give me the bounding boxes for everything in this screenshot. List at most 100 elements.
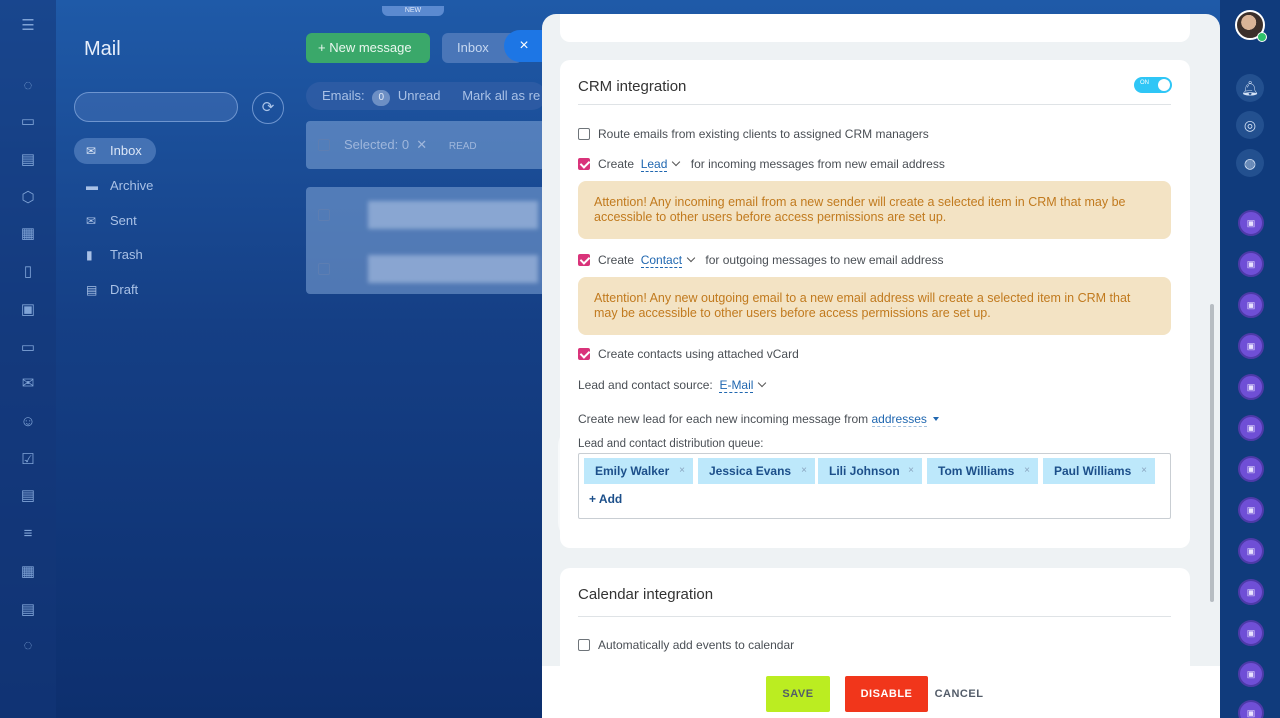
auto-add-option[interactable]: Automatically add events to calendar <box>578 636 794 654</box>
new-badge: NEW <box>382 6 444 16</box>
close-slider-button[interactable]: × <box>504 30 544 62</box>
create-lead-checkbox[interactable] <box>578 158 590 170</box>
status-dot <box>1257 32 1267 42</box>
crm-integration-toggle[interactable]: ON <box>1134 77 1172 93</box>
remove-icon[interactable]: × <box>679 458 685 484</box>
create-lead-option[interactable]: Create Lead for incoming messages from n… <box>578 155 945 173</box>
folder-draft[interactable]: ▤ Draft <box>74 277 164 303</box>
left-sidebar: ☰ ◌ ▭ ▤ ⬡ ▦ ▯ ▣ ▭ ✉ ☺ ☑ ▤ ≡ ▦ ▤ ◌ <box>0 0 56 718</box>
grid-icon[interactable]: ▦ <box>18 562 38 582</box>
source-dropdown[interactable]: E-Mail <box>719 378 754 393</box>
spiral-icon[interactable]: ◎ <box>1236 111 1264 139</box>
queue-field[interactable]: Emily Walker × Jessica Evans × Lili John… <box>578 453 1171 519</box>
app-icon[interactable]: ▣ <box>1238 374 1264 400</box>
app-icon[interactable]: ▣ <box>1238 620 1264 646</box>
folder-label: Archive <box>110 178 154 193</box>
cancel-button[interactable]: CANCEL <box>934 676 984 712</box>
new-lead-dropdown[interactable]: addresses <box>871 412 927 427</box>
new-message-button[interactable]: + New message <box>306 33 430 63</box>
refresh-icon[interactable]: ⟳ <box>252 92 284 124</box>
folder-sent[interactable]: ✉ Sent <box>74 208 164 234</box>
remove-icon[interactable]: × <box>1141 458 1147 484</box>
filter-icon[interactable]: ≡ <box>18 524 38 544</box>
card-icon[interactable]: ▭ <box>18 338 38 358</box>
unread-label[interactable]: Unread <box>398 88 441 103</box>
hex-icon[interactable]: ⬡ <box>18 188 38 208</box>
chat-search-icon[interactable]: ◍ <box>1236 149 1264 177</box>
route-checkbox[interactable] <box>578 128 590 140</box>
mail-icon[interactable]: ✉ <box>18 374 38 394</box>
app-icon[interactable]: ▣ <box>1238 456 1264 482</box>
queue-user-name: Paul Williams <box>1054 464 1132 478</box>
list-icon[interactable]: ▤ <box>18 600 38 620</box>
crm-icon[interactable]: ▤ <box>18 486 38 506</box>
docs-icon[interactable]: ▤ <box>18 150 38 170</box>
save-button[interactable]: SAVE <box>766 676 830 712</box>
queue-user-tag[interactable]: Tom Williams × <box>927 458 1038 484</box>
menu-icon[interactable]: ☰ <box>18 16 38 36</box>
create-contact-checkbox[interactable] <box>578 254 590 266</box>
app-icon[interactable]: ▣ <box>1238 210 1264 236</box>
row-checkbox[interactable] <box>318 209 330 221</box>
create-label: Create <box>598 253 635 267</box>
calendar-icon[interactable]: ▦ <box>18 224 38 244</box>
divider <box>578 616 1171 617</box>
queue-user-name: Tom Williams <box>938 464 1015 478</box>
mark-read-button[interactable]: READ <box>449 141 477 152</box>
vcard-label: Create contacts using attached vCard <box>598 347 799 361</box>
app-icon[interactable]: ▣ <box>1238 579 1264 605</box>
previous-section-card <box>560 14 1190 42</box>
app-icon[interactable]: ▣ <box>1238 538 1264 564</box>
folder-archive[interactable]: ▬ Archive <box>74 173 164 199</box>
disable-button[interactable]: DISABLE <box>845 676 928 712</box>
queue-user-tag[interactable]: Lili Johnson × <box>818 458 922 484</box>
remove-icon[interactable]: × <box>908 458 914 484</box>
tasks-icon[interactable]: ☑ <box>18 450 38 470</box>
section-title: CRM integration <box>578 78 687 95</box>
app-icon[interactable]: ▣ <box>1238 497 1264 523</box>
app-icon[interactable]: ▣ <box>1238 251 1264 277</box>
scrollbar[interactable] <box>1210 304 1214 602</box>
folder-label: Inbox <box>110 143 142 158</box>
outgoing-warning: Attention! Any new outgoing email to a n… <box>578 277 1171 335</box>
remove-icon[interactable]: × <box>1024 458 1030 484</box>
settings-slider: CRM integration ON Route emails from exi… <box>542 14 1220 718</box>
source-label: Lead and contact source: <box>578 378 713 392</box>
board-icon[interactable]: ▣ <box>18 300 38 320</box>
feed-icon[interactable]: ◌ <box>18 76 38 96</box>
row-checkbox[interactable] <box>318 263 330 275</box>
folder-inbox[interactable]: ✉ Inbox <box>74 138 156 164</box>
folder-trash[interactable]: ▮ Trash <box>74 242 164 268</box>
create-contact-option[interactable]: Create Contact for outgoing messages to … <box>578 251 944 269</box>
add-user-link[interactable]: + Add <box>589 492 622 506</box>
file-icon[interactable]: ▯ <box>18 262 38 282</box>
list-item[interactable] <box>318 201 538 229</box>
app-icon[interactable]: ▣ <box>1238 415 1264 441</box>
queue-user-tag[interactable]: Jessica Evans × <box>698 458 815 484</box>
vcard-option[interactable]: Create contacts using attached vCard <box>578 345 799 363</box>
more-icon[interactable]: ◌ <box>18 636 38 656</box>
contacts-icon[interactable]: ☺ <box>18 412 38 432</box>
remove-icon[interactable]: × <box>801 458 807 484</box>
app-icon[interactable]: ▣ <box>1238 333 1264 359</box>
app-icon[interactable]: ▣ <box>1238 661 1264 687</box>
contact-entity-dropdown[interactable]: Contact <box>640 253 683 268</box>
route-option[interactable]: Route emails from existing clients to as… <box>578 125 929 143</box>
lead-entity-dropdown[interactable]: Lead <box>640 157 668 172</box>
list-item[interactable] <box>318 255 538 283</box>
auto-add-checkbox[interactable] <box>578 639 590 651</box>
caret-down-icon <box>932 417 939 421</box>
mailbox-select[interactable] <box>74 92 238 122</box>
bell-icon[interactable]: 🔔︎ <box>1236 74 1264 102</box>
chat-icon[interactable]: ▭ <box>18 112 38 132</box>
queue-user-tag[interactable]: Emily Walker × <box>584 458 693 484</box>
queue-user-tag[interactable]: Paul Williams × <box>1043 458 1155 484</box>
vcard-checkbox[interactable] <box>578 348 590 360</box>
app-icon[interactable]: ▣ <box>1238 292 1264 318</box>
sent-icon: ✉ <box>86 214 97 228</box>
unread-count: 0 <box>372 90 391 106</box>
queue-user-name: Lili Johnson <box>829 464 900 478</box>
mark-all-read-link[interactable]: Mark all as re <box>462 88 540 103</box>
incoming-warning: Attention! Any incoming email from a new… <box>578 181 1171 239</box>
select-all-checkbox[interactable] <box>318 139 330 151</box>
